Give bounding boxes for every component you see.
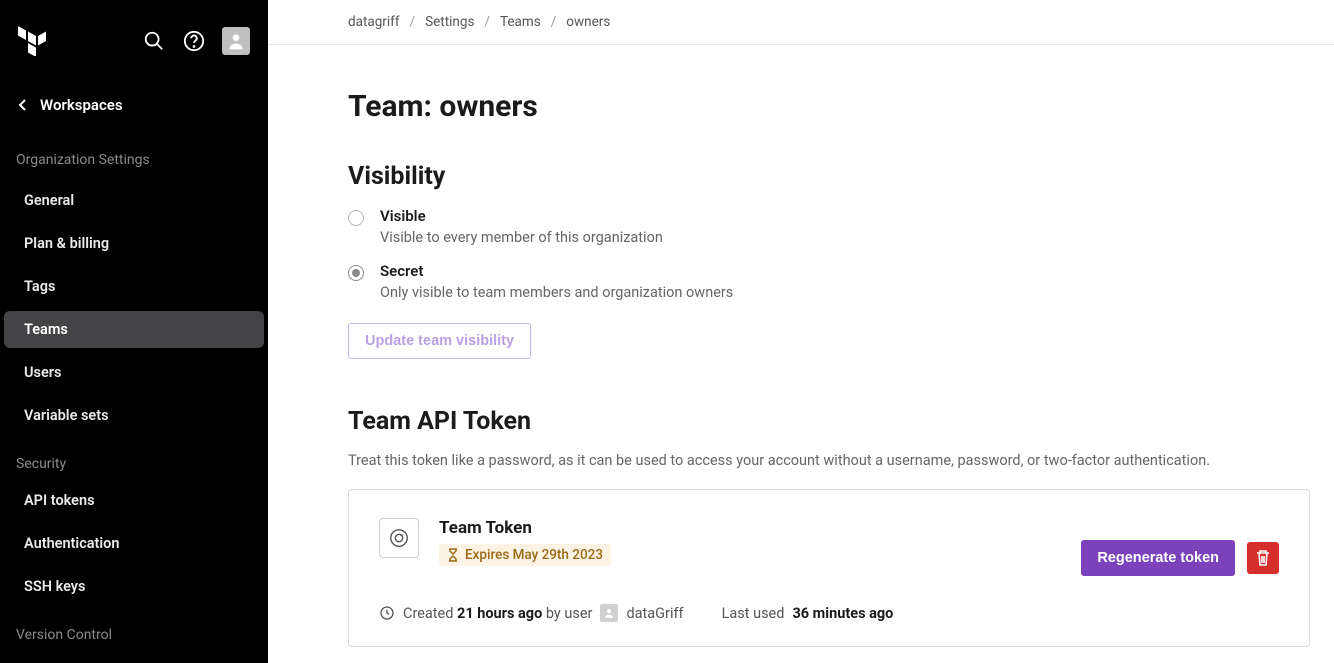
sidebar-section-heading: Organization Settings [0,142,268,182]
radio-icon[interactable] [348,210,364,226]
sidebar-item-teams[interactable]: Teams [4,311,264,348]
token-section: Team API Token Treat this token like a p… [348,407,1310,647]
visibility-option-label: Secret [380,262,733,280]
token-icon [379,518,419,558]
sidebar: Workspaces Organization Settings General… [0,0,268,663]
hourglass-icon [447,548,459,562]
created-by-user: dataGriff [626,605,683,622]
help-icon[interactable] [182,29,206,53]
trash-icon [1255,549,1271,567]
sidebar-item-authentication[interactable]: Authentication [4,525,264,562]
visibility-option-desc: Visible to every member of this organiza… [380,229,663,246]
visibility-option-desc: Only visible to team members and organiz… [380,284,733,301]
lastused-prefix: Last used [722,605,785,622]
main: datagriff / Settings / Teams / owners Te… [268,0,1334,663]
sidebar-item-variable-sets[interactable]: Variable sets [4,397,264,434]
sidebar-item-general[interactable]: General [4,182,264,219]
user-mini-avatar-icon [600,604,618,622]
user-avatar[interactable] [222,27,250,55]
token-created: Created 21 hours ago by user dataGriff [379,604,684,622]
breadcrumb-sep: / [551,14,557,30]
sidebar-item-tags[interactable]: Tags [4,268,264,305]
breadcrumb-sep: / [484,14,490,30]
sidebar-item-api-tokens[interactable]: API tokens [4,482,264,519]
token-left: Team Token Expires May 29th 2023 [379,518,611,566]
sidebar-vcs-heading: Version Control [0,611,268,653]
search-icon[interactable] [142,29,166,53]
token-card: Team Token Expires May 29th 2023 Regener… [348,489,1310,647]
top-icons [142,27,250,55]
visibility-option-visible[interactable]: Visible Visible to every member of this … [348,207,1310,246]
page-title: Team: owners [348,89,1310,124]
token-header: Team Token Expires May 29th 2023 Regener… [379,518,1279,576]
breadcrumb-settings[interactable]: Settings [425,14,474,30]
token-expiry-badge: Expires May 29th 2023 [439,544,611,566]
created-prefix: Created [403,605,457,622]
update-visibility-button[interactable]: Update team visibility [348,323,531,359]
terraform-logo-icon[interactable] [18,26,46,56]
token-meta: Created 21 hours ago by user dataGriff L… [379,604,1279,622]
visibility-option-secret[interactable]: Secret Only visible to team members and … [348,262,1310,301]
token-name: Team Token [439,518,611,538]
chevron-left-icon [18,98,28,112]
token-desc: Treat this token like a password, as it … [348,452,1310,469]
visibility-option-label: Visible [380,207,663,225]
lastused-relative: 36 minutes ago [792,605,893,622]
radio-dot-icon [352,269,360,277]
back-to-workspaces[interactable]: Workspaces [0,78,268,142]
back-label: Workspaces [40,96,123,114]
sidebar-item-users[interactable]: Users [4,354,264,391]
sidebar-item-ssh-keys[interactable]: SSH keys [4,568,264,605]
token-expiry-text: Expires May 29th 2023 [465,547,603,563]
token-last-used: Last used 36 minutes ago [722,605,894,622]
breadcrumb: datagriff / Settings / Teams / owners [268,0,1334,45]
created-by-prefix: by user [542,605,592,622]
created-relative: 21 hours ago [457,605,542,622]
sidebar-top [0,16,268,78]
breadcrumb-current: owners [566,14,610,30]
token-heading: Team API Token [348,407,1310,436]
breadcrumb-org[interactable]: datagriff [348,14,400,30]
radio-icon[interactable] [348,265,364,281]
breadcrumb-sep: / [410,14,416,30]
delete-token-button[interactable] [1247,542,1279,574]
sidebar-security-heading: Security [0,440,268,482]
content: Team: owners Visibility Visible Visible … [268,45,1334,647]
token-actions: Regenerate token [1081,540,1279,576]
clock-icon [379,605,395,621]
sidebar-item-plan-billing[interactable]: Plan & billing [4,225,264,262]
visibility-heading: Visibility [348,162,1310,191]
breadcrumb-teams[interactable]: Teams [500,14,541,30]
regenerate-token-button[interactable]: Regenerate token [1081,540,1235,576]
